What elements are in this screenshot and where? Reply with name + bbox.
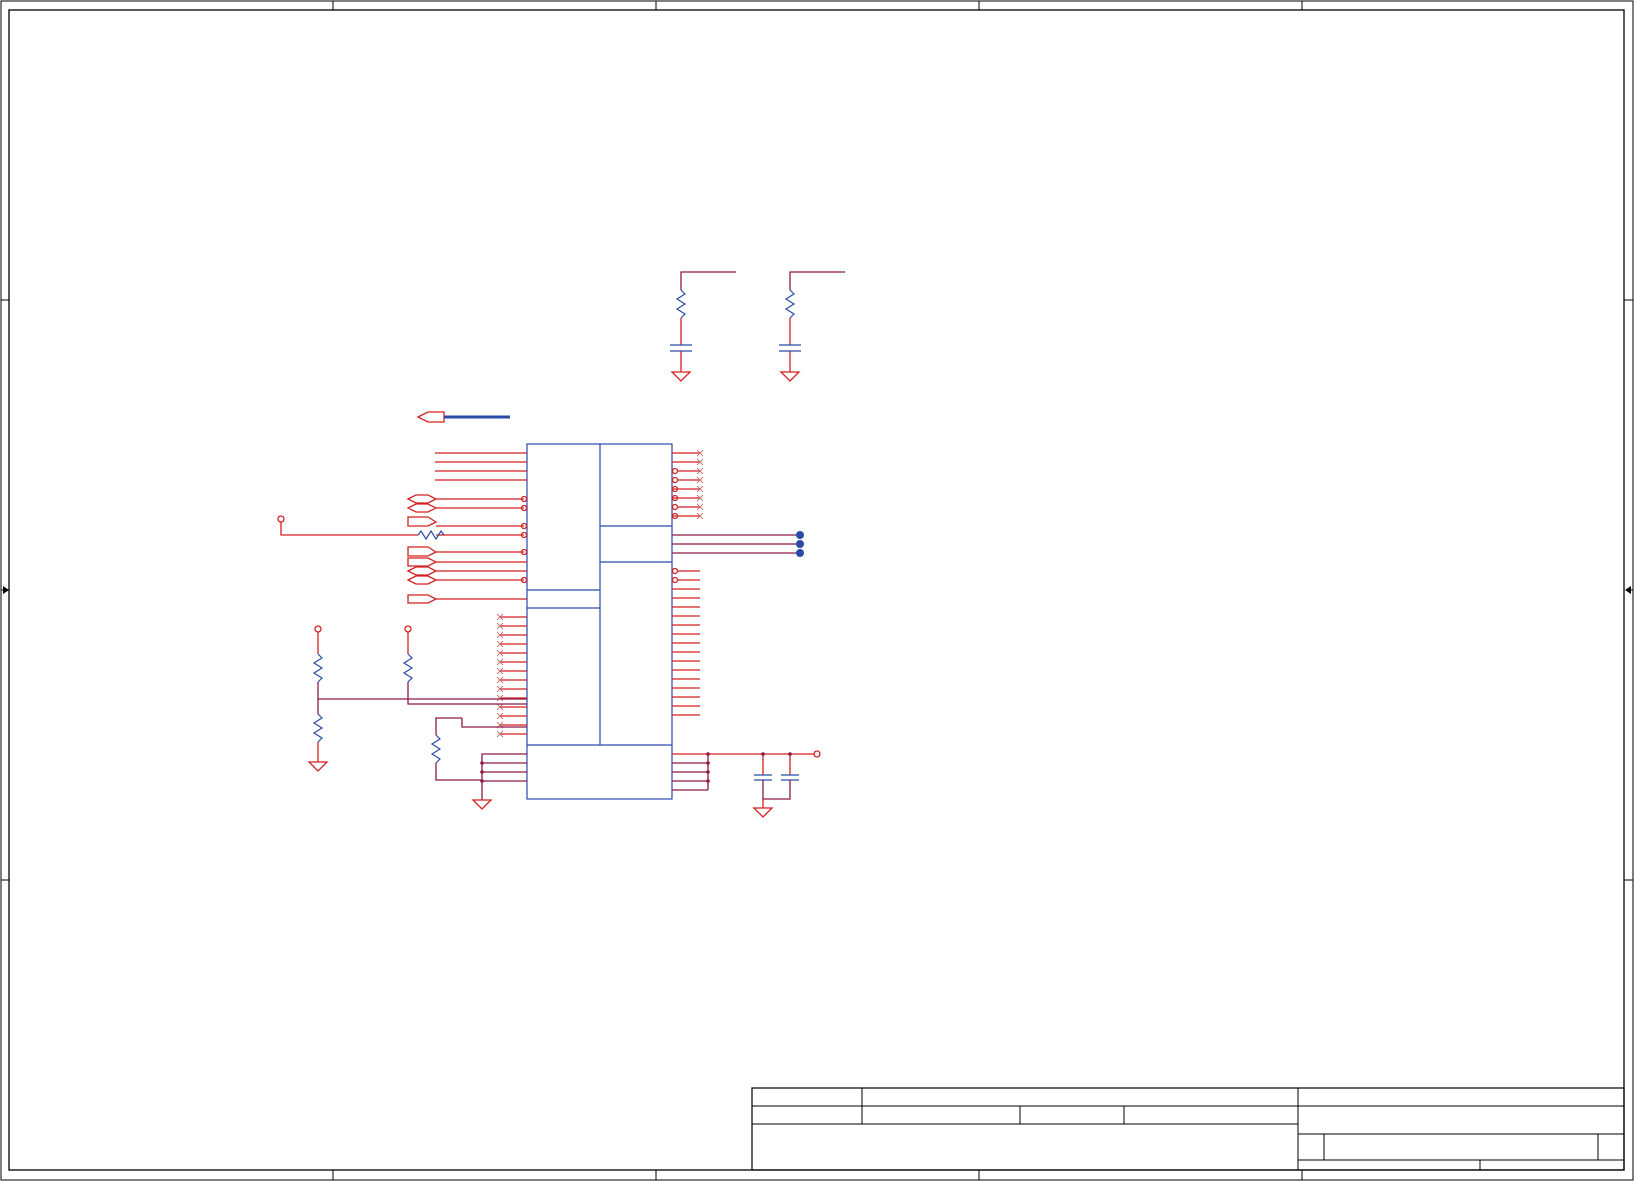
off-page-connector-icon bbox=[407, 594, 438, 604]
off-page-connector-icon bbox=[406, 494, 438, 504]
ground-icon bbox=[752, 807, 774, 818]
drawing-frame bbox=[0, 0, 1634, 1181]
schematic-sheet bbox=[0, 0, 1634, 1181]
junction-dot-icon bbox=[796, 549, 804, 557]
input-connectors bbox=[277, 494, 445, 604]
bus-connector bbox=[416, 411, 510, 423]
inverted-pin-icon bbox=[671, 503, 679, 511]
off-page-connector-icon bbox=[406, 575, 438, 585]
rc-network-left bbox=[670, 271, 736, 382]
off-page-connector-icon bbox=[407, 557, 438, 567]
off-page-connector-icon bbox=[406, 503, 438, 513]
power-pin-icon bbox=[813, 750, 821, 758]
junction-dot-icon bbox=[796, 531, 804, 539]
filter-capacitor-left bbox=[670, 344, 692, 352]
off-page-connector-icon bbox=[407, 516, 438, 527]
rc-network-right bbox=[779, 271, 845, 382]
pullup-resistor-right bbox=[784, 289, 796, 319]
off-page-connector-icon bbox=[406, 566, 438, 576]
bias-resistor-top bbox=[312, 653, 324, 683]
decoupling-capacitor-2 bbox=[781, 774, 799, 781]
power-pin-icon bbox=[404, 625, 412, 633]
junction-dot-icon bbox=[796, 540, 804, 548]
ground-icon bbox=[307, 761, 329, 772]
bias-resistor-right bbox=[402, 653, 414, 683]
ic-right-pins bbox=[671, 449, 704, 716]
power-pin-icon bbox=[314, 625, 322, 633]
off-page-connector-icon bbox=[416, 411, 445, 423]
ground-icon bbox=[779, 371, 801, 382]
main-ic bbox=[526, 443, 673, 800]
filter-capacitor-right bbox=[779, 344, 801, 352]
inverted-pin-icon bbox=[671, 576, 679, 584]
bias-resistor-bottom bbox=[312, 713, 324, 743]
power-pin-icon bbox=[277, 515, 285, 523]
strap-resistor bbox=[430, 734, 442, 764]
inverted-pin-icon bbox=[671, 467, 679, 475]
off-page-connector-icon bbox=[407, 546, 438, 557]
ground-icon bbox=[670, 371, 692, 382]
inverted-pin-icon bbox=[671, 476, 679, 484]
ic-left-pins bbox=[435, 452, 528, 738]
pullup-resistor-left bbox=[675, 289, 687, 319]
bias-network bbox=[307, 625, 527, 810]
power-decoupling bbox=[672, 750, 821, 818]
output-nets bbox=[672, 531, 804, 557]
decoupling-capacitor-1 bbox=[754, 774, 772, 781]
title-block bbox=[751, 1087, 1625, 1171]
inverted-pin-icon bbox=[671, 567, 679, 575]
ground-icon bbox=[471, 799, 493, 810]
